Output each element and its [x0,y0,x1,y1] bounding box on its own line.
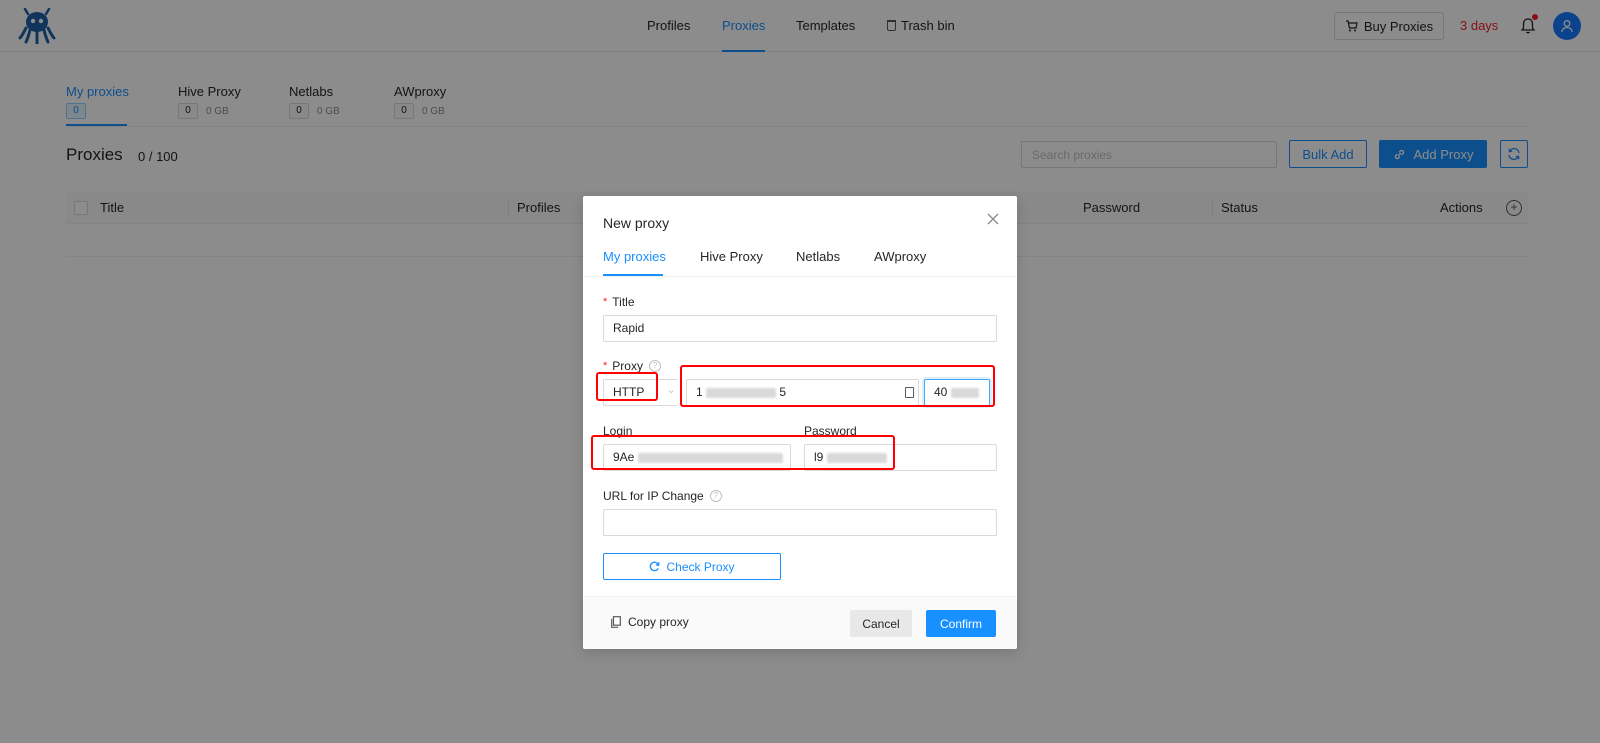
copy-proxy-button[interactable]: Copy proxy [611,615,689,629]
modal-tab-netlabs[interactable]: Netlabs [796,249,840,264]
ip-change-url-input[interactable] [603,509,997,536]
modal-tab-hive-proxy[interactable]: Hive Proxy [700,249,763,264]
proxy-field-label: * Proxy? [603,359,661,373]
chevron-down-icon: ⌄ [667,385,676,396]
title-input[interactable]: Rapid [603,315,997,342]
check-proxy-label: Check Proxy [666,559,735,574]
ip-change-label-text: URL for IP Change [603,489,704,503]
required-marker: * [603,296,608,308]
highlight-box-credentials [591,435,895,470]
confirm-button[interactable]: Confirm [926,610,996,637]
modal-tab-my-proxies[interactable]: My proxies [603,249,666,264]
new-proxy-modal: New proxy My proxies Hive Proxy Netlabs … [583,196,1017,649]
cancel-button[interactable]: Cancel [850,610,912,637]
reload-icon [650,561,660,572]
help-icon[interactable]: ? [648,360,661,372]
close-icon[interactable] [985,211,1001,227]
modal-tab-awproxy[interactable]: AWproxy [874,249,926,264]
divider [583,276,1017,277]
modal-footer: Copy proxy Cancel Confirm [583,596,1017,649]
modal-title: New proxy [603,215,670,231]
help-icon[interactable]: ? [709,490,722,502]
title-field-label: * Title [603,295,635,309]
required-marker: * [603,360,608,372]
proxy-label-text: Proxy [612,359,643,373]
highlight-box-host-port [680,365,995,407]
highlight-box-proxy-type [596,372,658,401]
title-label-text: Title [612,295,635,309]
ip-change-field-label: URL for IP Change? [603,489,722,503]
copy-proxy-label: Copy proxy [628,615,689,629]
check-proxy-button[interactable]: Check Proxy [603,553,781,580]
copy-icon [611,616,621,628]
